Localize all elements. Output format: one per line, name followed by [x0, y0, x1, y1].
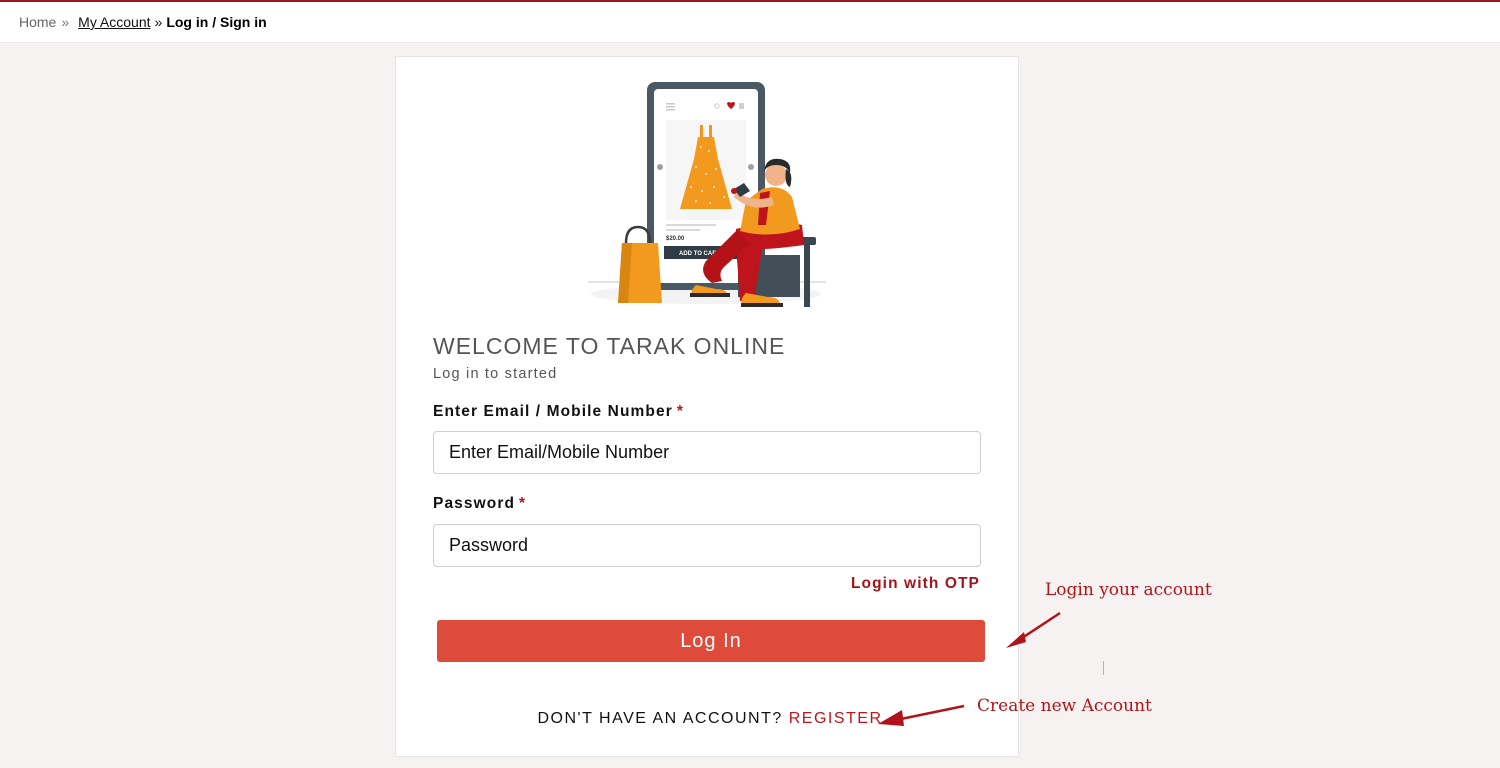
email-label-text: Enter Email / Mobile Number: [433, 403, 673, 420]
email-label: Enter Email / Mobile Number *: [433, 403, 684, 421]
password-label: Password *: [433, 495, 526, 513]
login-with-otp-link[interactable]: Login with OTP: [851, 575, 980, 593]
login-arrow-icon: [1006, 611, 1061, 648]
breadcrumb-my-account-link[interactable]: My Account: [78, 14, 150, 30]
required-marker: *: [676, 403, 684, 420]
login-annotation: Login your account: [1045, 580, 1212, 600]
email-input[interactable]: [433, 431, 981, 474]
register-arrow-icon: [878, 704, 965, 726]
required-marker: *: [519, 495, 527, 512]
breadcrumb-separator: »: [154, 14, 163, 30]
annotation-mark: [1103, 661, 1104, 675]
no-account-text: DON'T HAVE AN ACCOUNT?: [537, 710, 783, 727]
breadcrumb-home-link[interactable]: Home: [19, 14, 56, 30]
login-card: $20.00 ADD TO CART WELCOME TO TARAK ONLI: [395, 56, 1019, 757]
breadcrumb-separator: »: [61, 14, 70, 30]
breadcrumb: Home » My Account » Log in / Sign in: [0, 0, 1500, 43]
login-button[interactable]: Log In: [437, 620, 985, 662]
page-title: WELCOME TO TARAK ONLINE: [433, 333, 786, 359]
register-link[interactable]: REGISTER: [789, 710, 883, 727]
page-subtitle: Log in to started: [433, 366, 558, 382]
illustration-price: $20.00: [666, 236, 685, 242]
password-label-text: Password: [433, 495, 516, 512]
register-annotation: Create new Account: [977, 696, 1152, 716]
password-input[interactable]: [433, 524, 981, 567]
shopping-illustration: $20.00 ADD TO CART: [588, 82, 826, 307]
breadcrumb-current-page: Log in / Sign in: [166, 14, 267, 30]
